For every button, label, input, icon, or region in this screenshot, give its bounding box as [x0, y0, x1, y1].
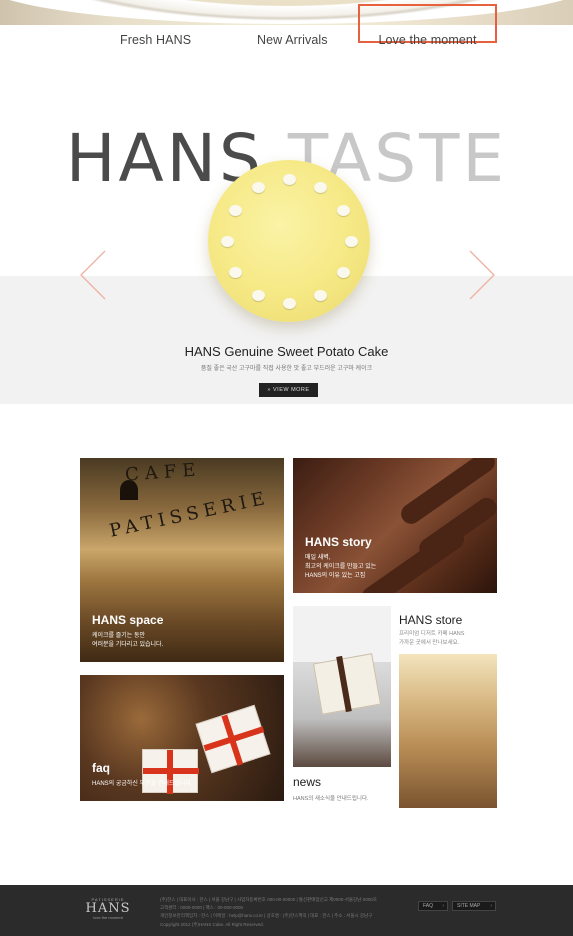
cake-image [208, 160, 370, 322]
hans-space-tile[interactable]: CAFE PATISSERIE HANS space 케이크를 즐기는 동안 여… [80, 458, 284, 662]
ribbon [143, 768, 199, 774]
view-more-button[interactable]: » VIEW MORE [259, 383, 318, 397]
cream-dot [229, 205, 243, 216]
cream-dot [314, 289, 327, 301]
chevron-left-icon[interactable] [78, 249, 108, 301]
hans-space-line-1: 케이크를 즐기는 동안 [92, 633, 146, 639]
faq-tile[interactable]: faq HANS의 궁금하신 부분을 안내드립니다. [80, 675, 284, 801]
nav-item-love-the-moment[interactable]: Love the moment [358, 4, 497, 47]
cafe-sign: CAFE [124, 459, 203, 486]
footer: PATISSERIE HANS love the moment (주)한스 | … [0, 885, 573, 936]
footer-sitemap-label: SITE MAP [457, 903, 481, 909]
news-tile[interactable] [293, 606, 391, 767]
news-line-1: HANS의 새소식을 안내드립니다. [293, 796, 369, 802]
product-name[interactable]: HANS Genuine Sweet Potato Cake [0, 344, 573, 359]
chevron-right-icon: › [490, 903, 492, 909]
footer-sitemap-button[interactable]: SITE MAP › [452, 901, 496, 911]
chevron-right-icon[interactable] [467, 249, 497, 301]
cream-dot [336, 205, 350, 216]
footer-faq-button[interactable]: FAQ › [418, 901, 448, 911]
hans-store-tile[interactable] [399, 654, 497, 808]
nav-item-fresh-hans[interactable]: Fresh HANS [120, 33, 191, 47]
cream-dot [314, 182, 327, 194]
chocolate-roll-image [358, 525, 468, 593]
chevron-right-icon: › [442, 903, 444, 909]
cream-dot [252, 289, 265, 301]
nav-item-new-arrivals[interactable]: New Arrivals [257, 33, 328, 47]
cream-dot [345, 236, 358, 247]
cream-dot [229, 267, 243, 278]
cream-dot [283, 174, 296, 185]
hans-space-title: HANS space [92, 613, 164, 627]
footer-logo[interactable]: PATISSERIE HANS love the moment [83, 897, 133, 929]
hans-store-title[interactable]: HANS store [399, 613, 462, 627]
hero-slider: HANS TASTE HANS Genuine Sweet Potato Cak… [0, 65, 573, 404]
hans-story-title: HANS story [305, 535, 372, 549]
footer-line: Copyright 2012 (주)HANS Cake. All Right R… [160, 922, 264, 927]
footer-line: 고객센터 : 0000-0000 | 팩스 : 00-000-0000 [160, 905, 244, 910]
hans-story-tile[interactable]: HANS story 매일 새벽, 최고의 케이크를 만들고 있는 HANS의 … [293, 458, 497, 593]
cream-dot [252, 182, 265, 194]
footer-line: (주)한스 | 대표이사 : 한스 | 서울 강남구 | 사업자등록번호 000… [160, 897, 377, 902]
hans-story-line-1: 매일 새벽, [305, 555, 331, 561]
hans-space-line-2: 여러분을 기다리고 있습니다. [92, 642, 164, 648]
cream-dot [336, 267, 350, 278]
cream-dot [283, 298, 296, 309]
person-image [293, 606, 391, 662]
main-nav: Fresh HANS New Arrivals Love the moment [0, 4, 573, 65]
footer-faq-label: FAQ [423, 903, 434, 909]
cream-dot [221, 236, 234, 247]
news-title[interactable]: news [293, 775, 321, 789]
hans-store-line-1: 프리미엄 디저트 카페 HANS [399, 631, 465, 637]
hans-store-line-2: 가까운 곳에서 만나보세요. [399, 640, 460, 646]
hans-story-line-3: HANS의 이유 있는 고집 [305, 573, 366, 579]
faq-line-1: HANS의 궁금하신 부분을 안내드립니다. [92, 781, 193, 787]
gift-box-image [195, 704, 271, 774]
footer-line: 개인정보관리책임자 : 한스 | 이메일 : help@hans.co.kr |… [160, 913, 373, 918]
product-description: 품질 좋은 국산 고구마를 직접 사용한 맛 좋고 부드러운 고구마 케이크 [200, 366, 373, 372]
hans-story-line-2: 최고의 케이크를 만들고 있는 [305, 564, 377, 570]
footer-logo-main: HANS [85, 901, 131, 916]
faq-title: faq [92, 761, 110, 775]
